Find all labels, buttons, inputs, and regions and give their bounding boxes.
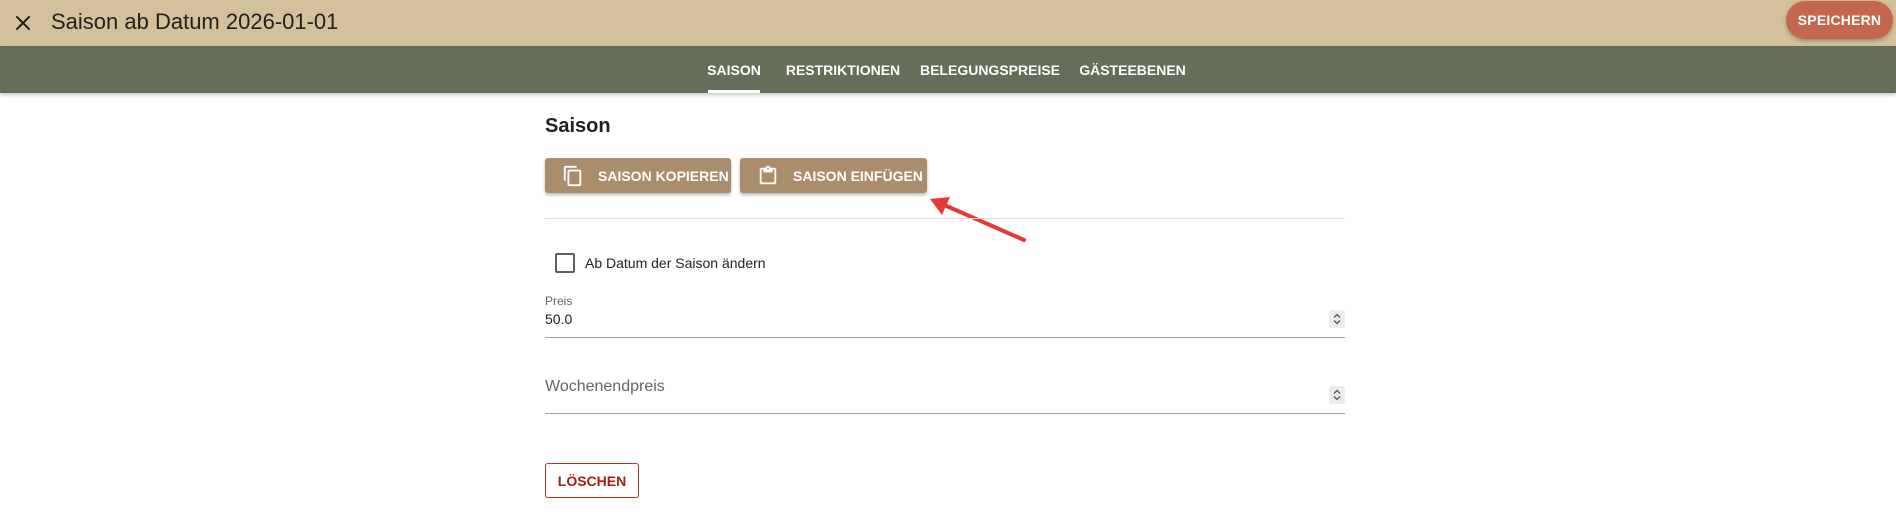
copy-season-label: SAISON KOPIEREN xyxy=(598,167,729,184)
paste-season-label: SAISON EINFÜGEN xyxy=(793,167,923,184)
section-title: Saison xyxy=(545,115,611,137)
save-button[interactable]: SPEICHERN xyxy=(1786,1,1893,39)
clipboard-icon xyxy=(757,165,779,187)
change-date-checkbox-label: Ab Datum der Saison ändern xyxy=(585,255,766,271)
tab-restriktionen[interactable]: RESTRIKTIONEN xyxy=(786,46,900,93)
stepper-arrows-icon xyxy=(1333,313,1341,325)
paste-season-button[interactable]: SAISON EINFÜGEN xyxy=(740,158,927,193)
price-field[interactable]: Preis 50.0 xyxy=(545,290,1345,338)
page-title: Saison ab Datum 2026-01-01 xyxy=(51,9,339,34)
divider xyxy=(545,218,1345,219)
tab-gaesteebenen[interactable]: GÄSTEEBENEN xyxy=(1079,46,1186,93)
price-stepper[interactable] xyxy=(1329,310,1345,328)
annotation-arrow-icon xyxy=(930,197,1026,242)
price-field-value: 50.0 xyxy=(545,311,573,327)
weekend-price-field[interactable]: Wochenendpreis xyxy=(545,366,1345,414)
top-app-bar: Saison ab Datum 2026-01-01 SPEICHERN xyxy=(0,0,1896,46)
copy-icon xyxy=(562,165,584,187)
stepper-arrows-icon xyxy=(1333,389,1341,401)
weekend-price-stepper[interactable] xyxy=(1329,386,1345,404)
close-button[interactable] xyxy=(6,6,40,40)
change-date-checkbox[interactable] xyxy=(555,253,575,273)
tab-belegungspreise[interactable]: BELEGUNGSPREISE xyxy=(920,46,1060,93)
copy-season-button[interactable]: SAISON KOPIEREN xyxy=(545,158,731,193)
weekend-price-placeholder: Wochenendpreis xyxy=(545,378,665,395)
close-icon xyxy=(16,16,30,30)
tab-saison[interactable]: SAISON xyxy=(707,46,761,93)
price-field-label: Preis xyxy=(545,294,573,308)
delete-button[interactable]: LÖSCHEN xyxy=(545,463,639,498)
tab-bar: SAISON RESTRIKTIONEN BELEGUNGSPREISE GÄS… xyxy=(0,46,1896,93)
